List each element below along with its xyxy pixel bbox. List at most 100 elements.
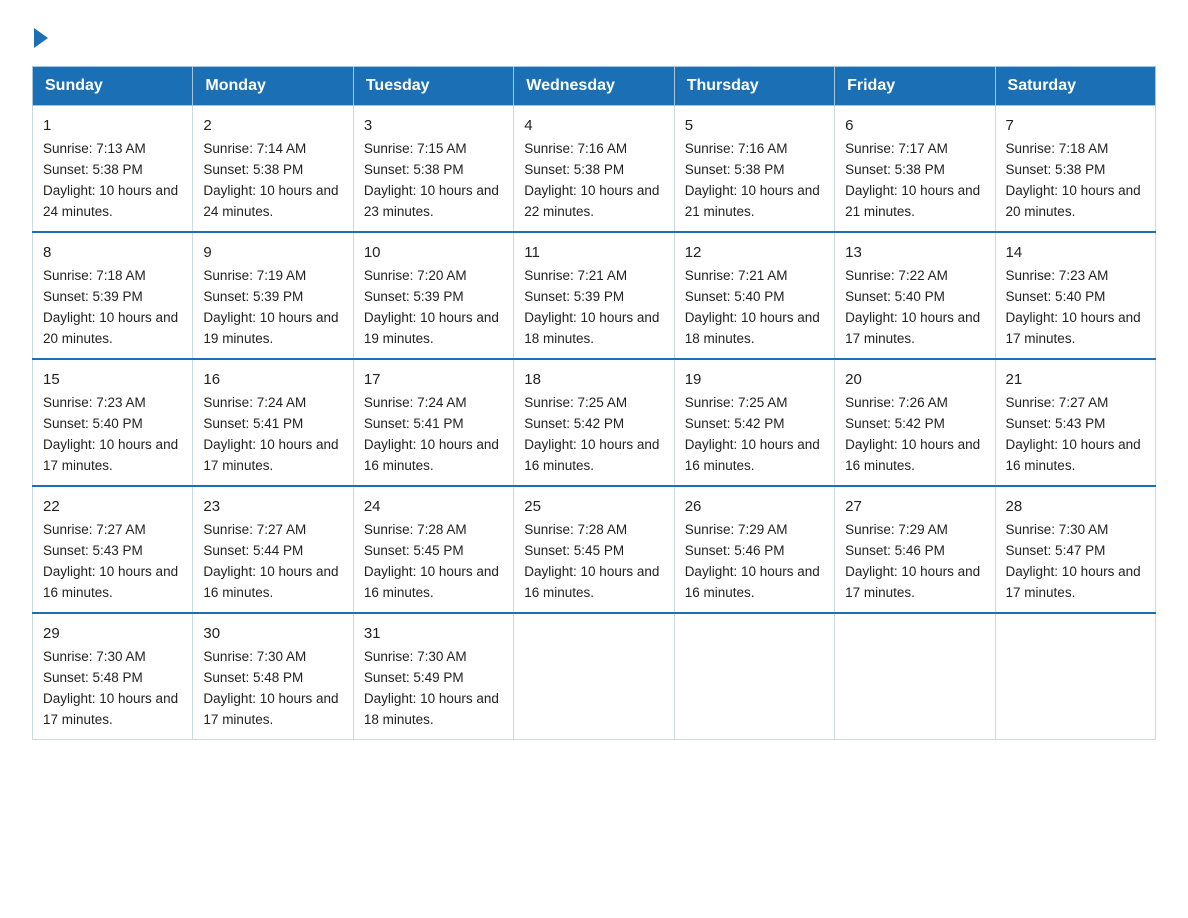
daylight-text: Daylight: 10 hours and 16 minutes.	[43, 564, 178, 600]
daylight-text: Daylight: 10 hours and 17 minutes.	[203, 437, 338, 473]
day-number: 7	[1006, 114, 1145, 137]
daylight-text: Daylight: 10 hours and 21 minutes.	[685, 183, 820, 219]
day-number: 29	[43, 622, 182, 645]
sunrise-text: Sunrise: 7:26 AM	[845, 395, 948, 410]
calendar-cell: 4Sunrise: 7:16 AMSunset: 5:38 PMDaylight…	[514, 106, 674, 232]
sunrise-text: Sunrise: 7:22 AM	[845, 268, 948, 283]
calendar-cell: 7Sunrise: 7:18 AMSunset: 5:38 PMDaylight…	[995, 106, 1155, 232]
calendar-cell: 22Sunrise: 7:27 AMSunset: 5:43 PMDayligh…	[33, 486, 193, 613]
sunset-text: Sunset: 5:39 PM	[203, 289, 303, 304]
calendar-cell: 24Sunrise: 7:28 AMSunset: 5:45 PMDayligh…	[353, 486, 513, 613]
calendar-cell: 15Sunrise: 7:23 AMSunset: 5:40 PMDayligh…	[33, 359, 193, 486]
day-header-friday: Friday	[835, 67, 995, 106]
day-header-tuesday: Tuesday	[353, 67, 513, 106]
sunset-text: Sunset: 5:43 PM	[1006, 416, 1106, 431]
calendar-cell: 26 Sunrise: 7:29 AM Sunset: 5:46 PM Dayligh…	[674, 486, 834, 613]
daylight-text: Daylight: 10 hours and 16 minutes.	[364, 437, 499, 473]
sunrise-text: Sunrise: 7:27 AM	[203, 522, 306, 537]
day-number: 12	[685, 241, 824, 264]
day-number: 5	[685, 114, 824, 137]
daylight-text: Daylight: 10 hours and 16 minutes.	[845, 437, 980, 473]
calendar-cell: 3Sunrise: 7:15 AMSunset: 5:38 PMDaylight…	[353, 106, 513, 232]
day-number: 30	[203, 622, 342, 645]
day-number: 23	[203, 495, 342, 518]
day-number: 13	[845, 241, 984, 264]
daylight-text: Daylight: 10 hours and 23 minutes.	[364, 183, 499, 219]
day-header-saturday: Saturday	[995, 67, 1155, 106]
day-number: 8	[43, 241, 182, 264]
sunset-text: Sunset: 5:39 PM	[524, 289, 624, 304]
sunset-text: Sunset: 5:48 PM	[203, 670, 303, 685]
sunrise-text: Sunrise: 7:16 AM	[524, 141, 627, 156]
calendar-table: SundayMondayTuesdayWednesdayThursdayFrid…	[32, 66, 1156, 740]
day-number: 16	[203, 368, 342, 391]
calendar-cell: 19Sunrise: 7:25 AMSunset: 5:42 PMDayligh…	[674, 359, 834, 486]
sunrise-text: Sunrise: 7:28 AM	[524, 522, 627, 537]
daylight-text: Daylight: 10 hours and 16 minutes.	[685, 564, 820, 600]
daylight-text: Daylight: 10 hours and 19 minutes.	[203, 310, 338, 346]
day-number: 28	[1006, 495, 1145, 518]
daylight-text: Daylight: 10 hours and 17 minutes.	[43, 437, 178, 473]
daylight-text: Daylight: 10 hours and 17 minutes.	[845, 310, 980, 346]
sunrise-text: Sunrise: 7:21 AM	[524, 268, 627, 283]
sunrise-text: Sunrise: 7:25 AM	[524, 395, 627, 410]
daylight-text: Daylight: 10 hours and 21 minutes.	[845, 183, 980, 219]
sunrise-text: Sunrise: 7:29 AM	[685, 522, 788, 537]
sunrise-text: Sunrise: 7:18 AM	[43, 268, 146, 283]
daylight-text: Daylight: 10 hours and 17 minutes.	[203, 691, 338, 727]
daylight-text: Daylight: 10 hours and 16 minutes.	[364, 564, 499, 600]
sunset-text: Sunset: 5:40 PM	[43, 416, 143, 431]
sunset-text: Sunset: 5:42 PM	[524, 416, 624, 431]
sunrise-text: Sunrise: 7:21 AM	[685, 268, 788, 283]
day-number: 14	[1006, 241, 1145, 264]
daylight-text: Daylight: 10 hours and 17 minutes.	[845, 564, 980, 600]
sunrise-text: Sunrise: 7:17 AM	[845, 141, 948, 156]
calendar-cell: 6 Sunrise: 7:17 AM Sunset: 5:38 PM Daylight…	[835, 106, 995, 232]
sunset-text: Sunset: 5:40 PM	[1006, 289, 1106, 304]
sunrise-text: Sunrise: 7:27 AM	[1006, 395, 1109, 410]
sunrise-text: Sunrise: 7:29 AM	[845, 522, 948, 537]
calendar-cell: 31Sunrise: 7:30 AMSunset: 5:49 PMDayligh…	[353, 613, 513, 739]
day-number: 3	[364, 114, 503, 137]
sunset-text: Sunset: 5:41 PM	[203, 416, 303, 431]
sunrise-text: Sunrise: 7:27 AM	[43, 522, 146, 537]
day-number: 11	[524, 241, 663, 264]
sunrise-text: Sunrise: 7:30 AM	[1006, 522, 1109, 537]
sunrise-text: Sunrise: 7:24 AM	[364, 395, 467, 410]
daylight-text: Daylight: 10 hours and 22 minutes.	[524, 183, 659, 219]
logo-triangle-icon	[34, 28, 48, 48]
sunset-text: Sunset: 5:45 PM	[364, 543, 464, 558]
day-number: 6	[845, 114, 984, 137]
sunrise-text: Sunrise: 7:13 AM	[43, 141, 146, 156]
daylight-text: Daylight: 10 hours and 16 minutes.	[524, 437, 659, 473]
calendar-week-row: 1 Sunrise: 7:13 AM Sunset: 5:38 PM Daylight…	[33, 106, 1156, 232]
day-number: 31	[364, 622, 503, 645]
day-number: 17	[364, 368, 503, 391]
calendar-cell: 9Sunrise: 7:19 AMSunset: 5:39 PMDaylight…	[193, 232, 353, 359]
sunset-text: Sunset: 5:38 PM	[845, 162, 945, 177]
day-number: 26	[685, 495, 824, 518]
sunset-text: Sunset: 5:48 PM	[43, 670, 143, 685]
sunrise-text: Sunrise: 7:23 AM	[43, 395, 146, 410]
sunrise-text: Sunrise: 7:23 AM	[1006, 268, 1109, 283]
daylight-text: Daylight: 10 hours and 16 minutes.	[1006, 437, 1141, 473]
day-header-monday: Monday	[193, 67, 353, 106]
day-number: 1	[43, 114, 182, 137]
daylight-text: Daylight: 10 hours and 19 minutes.	[364, 310, 499, 346]
sunset-text: Sunset: 5:38 PM	[43, 162, 143, 177]
daylight-text: Daylight: 10 hours and 16 minutes.	[685, 437, 820, 473]
calendar-cell: 17Sunrise: 7:24 AMSunset: 5:41 PMDayligh…	[353, 359, 513, 486]
calendar-cell	[514, 613, 674, 739]
day-number: 10	[364, 241, 503, 264]
day-number: 2	[203, 114, 342, 137]
calendar-cell: 2Sunrise: 7:14 AMSunset: 5:38 PMDaylight…	[193, 106, 353, 232]
daylight-text: Daylight: 10 hours and 17 minutes.	[1006, 310, 1141, 346]
day-number: 22	[43, 495, 182, 518]
day-header-sunday: Sunday	[33, 67, 193, 106]
daylight-text: Daylight: 10 hours and 18 minutes.	[364, 691, 499, 727]
sunset-text: Sunset: 5:46 PM	[685, 543, 785, 558]
day-number: 25	[524, 495, 663, 518]
day-number: 24	[364, 495, 503, 518]
daylight-text: Daylight: 10 hours and 20 minutes.	[1006, 183, 1141, 219]
day-header-thursday: Thursday	[674, 67, 834, 106]
